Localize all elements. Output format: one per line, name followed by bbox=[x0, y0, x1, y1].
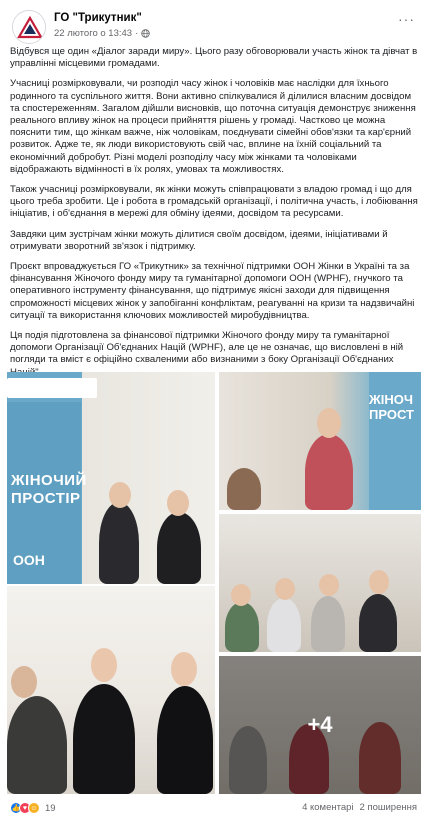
person-head bbox=[91, 648, 117, 682]
post-header: ГО "Трикутник" 22 лютого о 13:43 · ··· bbox=[12, 10, 415, 46]
post-paragraph: Також учасниці розмірковували, як жінки … bbox=[10, 184, 418, 220]
person-figure bbox=[7, 696, 67, 794]
more-options-button[interactable]: ··· bbox=[398, 12, 415, 26]
meta-separator: · bbox=[135, 28, 139, 39]
post-footer: 👍 ♥ ☺ 19 4 коментарі 2 поширення bbox=[10, 800, 417, 816]
post-paragraph: Учасниці розмірковували, чи розподіл час… bbox=[10, 78, 416, 175]
photo-4[interactable] bbox=[219, 514, 421, 652]
person-head bbox=[275, 578, 295, 600]
person-head bbox=[167, 490, 189, 516]
reactions-summary[interactable]: 👍 ♥ ☺ 19 bbox=[10, 802, 56, 814]
person-figure bbox=[311, 596, 345, 652]
more-photos-count: +4 bbox=[307, 712, 333, 737]
engagement-counts: 4 коментарі 2 поширення bbox=[302, 802, 417, 813]
post-paragraph: Відбувся ще один «Діалог заради миру». Ц… bbox=[10, 46, 418, 70]
post-meta: 22 лютого о 13:43 · bbox=[54, 28, 150, 39]
person-head bbox=[317, 408, 341, 438]
more-photos-overlay[interactable]: +4 bbox=[219, 656, 421, 794]
person-head bbox=[171, 652, 197, 686]
person-figure bbox=[227, 468, 261, 510]
person-figure bbox=[267, 598, 301, 652]
post-card: ГО "Трикутник" 22 лютого о 13:43 · ··· В… bbox=[0, 0, 427, 820]
person-figure bbox=[99, 502, 139, 584]
comments-link[interactable]: 4 коментарі bbox=[302, 802, 353, 813]
post-paragraph: Завдяки цим зустрічам жінки можуть ділит… bbox=[10, 228, 388, 252]
banner-text: ЖІНОЧИЙ ПРОСТІР bbox=[11, 472, 87, 507]
person-head bbox=[319, 574, 339, 596]
photo-1[interactable]: ЖІНОЧИЙ ПРОСТІР ООН bbox=[7, 372, 215, 584]
banner-image: ЖІНОЧИЙ ПРОСТІР ООН bbox=[7, 402, 87, 584]
person-head bbox=[231, 584, 251, 606]
photo-grid: ЖІНОЧИЙ ПРОСТІР ООН ЖІНОЧ ПРОСТ +4 bbox=[7, 372, 421, 794]
banner-logo: ООН bbox=[13, 552, 45, 568]
person-head bbox=[11, 666, 37, 698]
photo-3[interactable]: ЖІНОЧ ПРОСТ bbox=[219, 372, 421, 510]
person-head bbox=[369, 570, 389, 594]
post-paragraph: Проєкт впроваджується ГО «Трикутник» за … bbox=[10, 261, 415, 321]
person-head bbox=[109, 482, 131, 508]
photo-2[interactable] bbox=[7, 586, 215, 794]
care-reaction-icon: ☺ bbox=[28, 802, 40, 814]
post-body: Відбувся ще один «Діалог заради миру». Ц… bbox=[10, 46, 420, 387]
shares-link[interactable]: 2 поширення bbox=[360, 802, 417, 813]
page-name-link[interactable]: ГО "Трикутник" bbox=[54, 12, 142, 24]
logo-strip bbox=[7, 378, 97, 398]
globe-icon bbox=[141, 29, 150, 38]
page-avatar[interactable] bbox=[12, 10, 46, 44]
photo-5[interactable]: +4 bbox=[219, 656, 421, 794]
person-figure bbox=[359, 594, 397, 652]
post-timestamp[interactable]: 22 лютого о 13:43 bbox=[54, 28, 132, 39]
person-figure bbox=[225, 602, 259, 652]
triangle-logo-icon bbox=[13, 11, 45, 43]
reaction-count: 19 bbox=[45, 802, 56, 814]
small-banner: ЖІНОЧ ПРОСТ bbox=[369, 372, 421, 510]
person-figure bbox=[305, 434, 353, 510]
person-figure bbox=[73, 684, 135, 794]
small-banner-text: ЖІНОЧ ПРОСТ bbox=[369, 392, 414, 422]
person-figure bbox=[157, 686, 213, 794]
person-figure bbox=[157, 512, 201, 584]
